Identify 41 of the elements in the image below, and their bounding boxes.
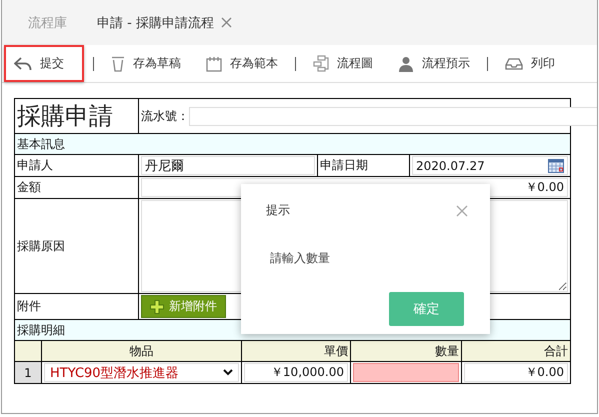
field-label: 申請日期 (320, 158, 368, 172)
column-header: 物品 (130, 344, 154, 358)
close-icon[interactable] (220, 17, 232, 28)
dialog-message: 請輸入數量 (269, 250, 331, 267)
tab[interactable]: 申請 - 採購申請流程 (97, 0, 232, 45)
close-icon[interactable] (456, 204, 468, 216)
column-header: 單價 (324, 344, 348, 358)
dialog-title: 提示 (266, 202, 290, 219)
toolbar-button[interactable]: 存為草稿 (103, 45, 189, 82)
column-header: 合計 (544, 344, 568, 358)
toolbar-button[interactable]: 流程預示 (390, 45, 478, 82)
input-field[interactable]: ￥10,000.00 (244, 363, 348, 382)
field-label: 金額 (17, 180, 41, 194)
row-number: 1 (24, 366, 32, 380)
quantity-field[interactable] (353, 363, 459, 382)
field-label: 申請人 (17, 158, 53, 172)
section-heading: 採購明細 (17, 322, 65, 336)
toolbar-button[interactable]: 流程圖 (305, 45, 381, 82)
flowchart-icon (313, 55, 329, 72)
column-header: 數量 (435, 344, 459, 358)
calendar-icon (206, 56, 222, 72)
input-field[interactable]: 丹尼爾 (141, 156, 315, 175)
toolbar-button[interactable]: 列印 (497, 45, 563, 82)
field-label: 採購原因 (17, 238, 65, 252)
calendar-icon[interactable] (548, 158, 564, 172)
form-title: 採購申請 (17, 102, 113, 130)
field-label: 附件 (17, 299, 41, 313)
input-field[interactable]: ￥0.00 (464, 363, 568, 382)
person-icon (398, 56, 414, 72)
field-label: 流水號： (141, 108, 189, 122)
cup-icon (111, 56, 125, 72)
toolbar-button[interactable]: 存為範本 (198, 45, 286, 82)
plus-icon (150, 300, 164, 314)
item-dropdown[interactable]: HTYC90型潛水推進器 (44, 363, 239, 382)
toolbar-button[interactable]: 提交 (4, 45, 84, 82)
input-field[interactable] (189, 106, 597, 126)
date-field[interactable]: 2020.07.27 (412, 156, 568, 175)
tray-icon (505, 58, 523, 70)
reply-arrow-icon (14, 56, 32, 70)
chevron-down-icon (223, 369, 233, 376)
section-heading: 基本訊息 (17, 136, 65, 150)
